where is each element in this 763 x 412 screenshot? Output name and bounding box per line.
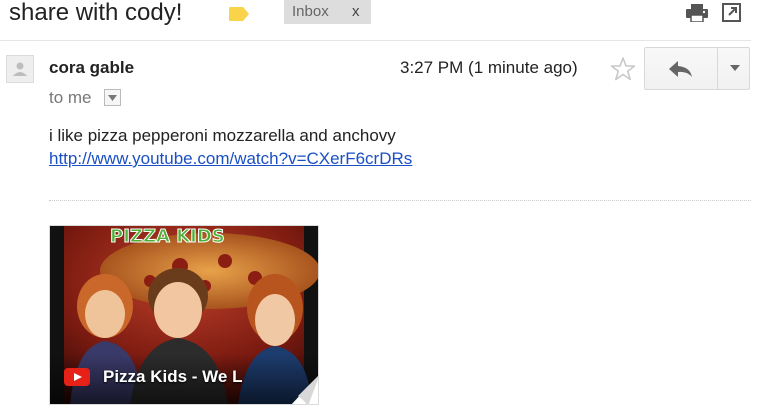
sender-name[interactable]: cora gable: [49, 58, 134, 78]
youtube-icon: [64, 368, 90, 386]
video-title: Pizza Kids - We L: [103, 367, 243, 386]
popout-icon[interactable]: [722, 3, 741, 22]
thumbnail-banner-text: PIZZA KIDS: [110, 226, 225, 247]
label-tag-icon[interactable]: [228, 6, 250, 22]
message-timestamp: 3:27 PM (1 minute ago): [400, 58, 578, 77]
video-preview-card[interactable]: PIZZA KIDS Pizza Kids - We L: [49, 225, 319, 405]
reply-button[interactable]: [644, 47, 750, 90]
page-curl-icon: [291, 376, 318, 404]
star-icon[interactable]: [610, 56, 636, 82]
youtube-link[interactable]: http://www.youtube.com/watch?v=CXerF6crD…: [49, 149, 412, 169]
avatar-icon: [13, 62, 27, 76]
show-details-button[interactable]: [104, 89, 121, 106]
reply-separator: [717, 48, 718, 89]
avatar: [6, 55, 34, 83]
thread-subject: share with cody!: [9, 0, 183, 26]
subject-bar: share with cody! Inbox x: [0, 0, 763, 32]
reply-icon: [669, 61, 692, 77]
chevron-down-icon[interactable]: [729, 63, 741, 73]
chevron-down-icon: [108, 95, 117, 101]
inbox-label-chip[interactable]: Inbox x: [284, 0, 371, 24]
remove-label-button[interactable]: x: [352, 3, 360, 20]
attachment-divider: [49, 200, 751, 201]
print-icon[interactable]: [686, 4, 708, 22]
header-divider: [0, 40, 751, 41]
inbox-label-text: Inbox: [292, 3, 329, 20]
message-body: i like pizza pepperoni mozzarella and an…: [49, 126, 396, 145]
recipients: to me: [49, 88, 92, 107]
